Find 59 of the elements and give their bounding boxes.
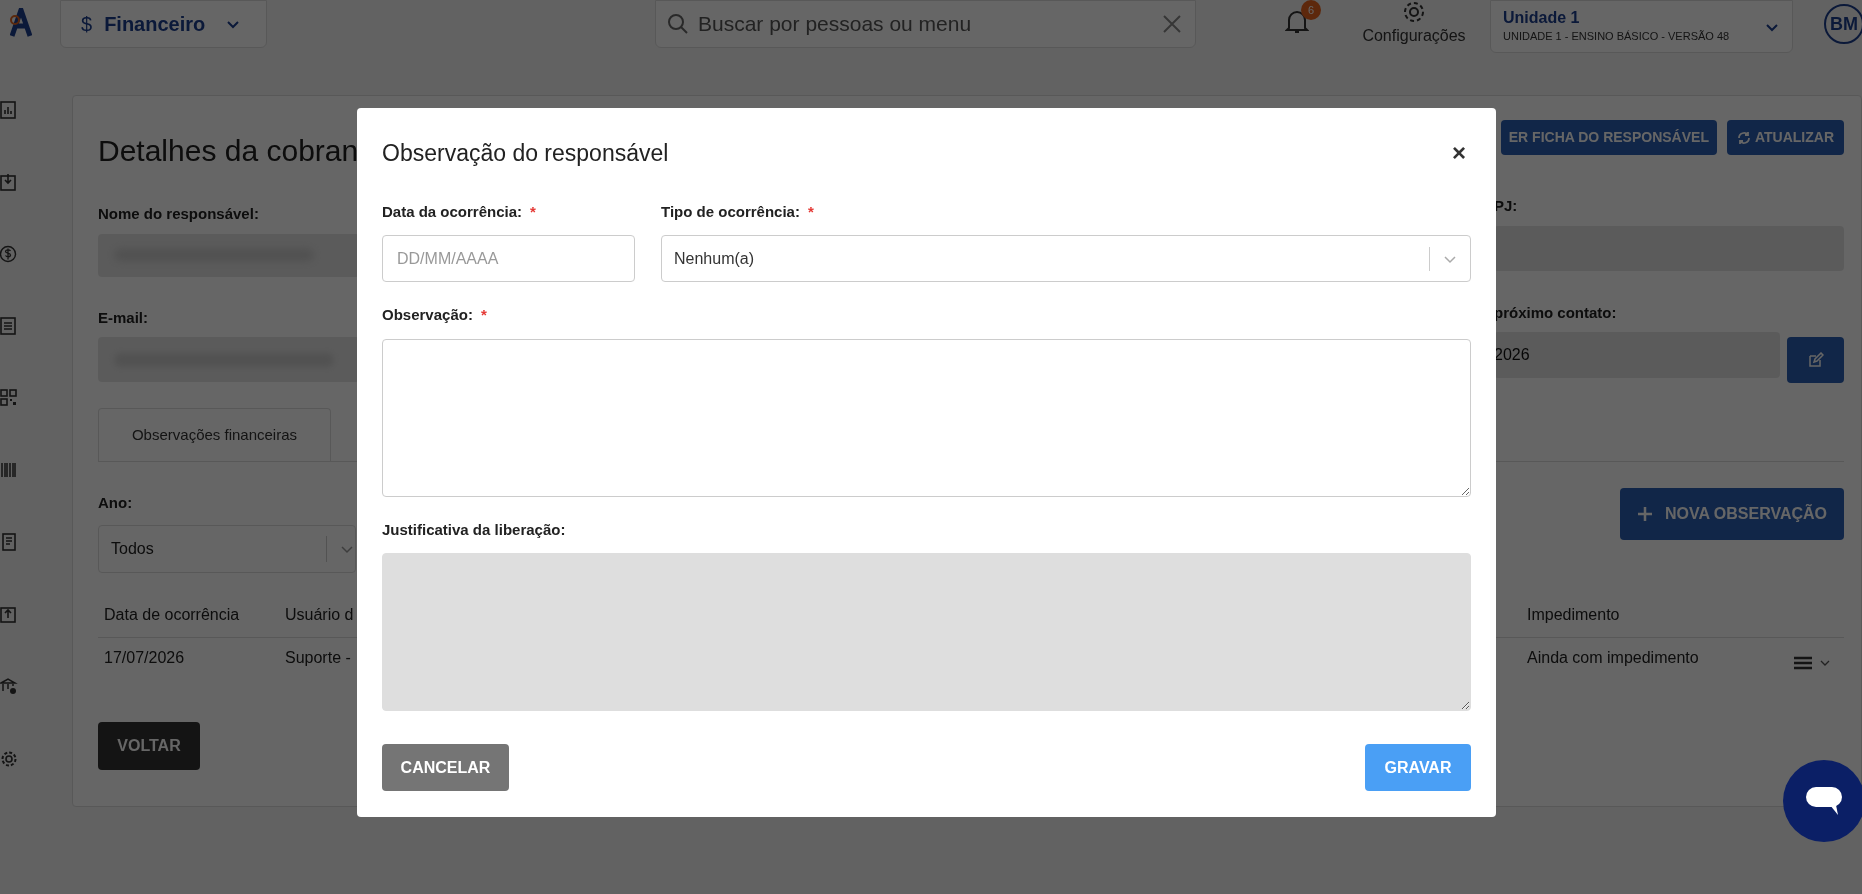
view-record-button[interactable]: ER FICHA DO RESPONSÁVEL (1500, 120, 1717, 155)
logo-icon[interactable] (10, 8, 32, 38)
cancel-button[interactable]: CANCELAR (382, 744, 509, 791)
back-button[interactable]: VOLTAR (98, 721, 200, 770)
year-select[interactable]: Todos (98, 524, 356, 573)
column-header: Impedimento (1527, 604, 1621, 625)
download-icon[interactable] (0, 172, 18, 192)
close-button[interactable]: × (1447, 141, 1471, 166)
search-field[interactable]: Buscar por pessoas ou menu (655, 0, 1196, 48)
refresh-icon (1736, 130, 1751, 145)
table-cell-text: Suporte - (285, 647, 352, 668)
table-cell-text: Ainda com impedimento (1527, 647, 1700, 668)
column-header: Usuário d (285, 604, 355, 625)
receipt-icon[interactable] (0, 532, 18, 552)
dollar-icon[interactable] (0, 244, 18, 264)
user-avatar[interactable]: BM (1824, 4, 1862, 44)
settings-button[interactable]: Configurações (1355, 0, 1473, 50)
required-mark: * (480, 305, 487, 325)
table-cell-text: 17/07/2026 (104, 647, 186, 668)
document-icon[interactable] (0, 316, 18, 336)
modal-title: Observação do responsável (382, 139, 669, 168)
module-dropdown[interactable]: $ Financeiro (60, 0, 267, 48)
notification-badge: 6 (1301, 0, 1321, 20)
field-label: Nome do responsável: (98, 204, 260, 224)
unit-detail: UNIDADE 1 - ENSINO BÁSICO - VERSÃO 48 (1503, 29, 1731, 45)
required-mark: * (530, 201, 536, 222)
barcode-icon[interactable] (0, 460, 18, 480)
save-button[interactable]: GRAVAR (1365, 744, 1471, 791)
required-mark: * (807, 201, 814, 222)
chat-icon (1804, 785, 1844, 817)
plus-icon (1636, 506, 1653, 522)
search-icon (667, 13, 689, 35)
field-label: Ano: (98, 493, 134, 513)
refresh-button[interactable]: ATUALIZAR (1726, 120, 1844, 155)
date-field: 2026 (1494, 332, 1780, 378)
page-title: Detalhes da cobran (98, 133, 360, 169)
field-label: Tipo de ocorrência: (661, 201, 800, 222)
field-label: Justificativa da liberação: (382, 519, 566, 540)
tab[interactable]: Observações financeiras (98, 408, 331, 461)
menu-icon (1794, 655, 1812, 670)
field-label: E-mail: (98, 307, 149, 328)
bank-check-icon[interactable] (0, 676, 18, 696)
edit-button[interactable] (1787, 337, 1844, 383)
field-label: próximo contato: (1494, 302, 1618, 323)
qr-code-icon[interactable] (0, 388, 18, 408)
bell-icon[interactable] (1285, 8, 1309, 36)
date-field[interactable]: DD/MM/AAAA (382, 235, 635, 282)
new-observation-button[interactable]: NOVA OBSERVAÇÃO (1620, 488, 1844, 540)
unit-selector[interactable]: Unidade 1 UNIDADE 1 - ENSINO BÁSICO - VERSÃO 48 (1490, 0, 1793, 53)
close-icon[interactable] (1162, 14, 1182, 34)
unit-name: Unidade 1 (1503, 8, 1581, 29)
field-label: Observação: (382, 305, 473, 325)
column-header: Data de ocorrência (104, 604, 241, 625)
occurrence-type-select[interactable]: Nenhum(a) (661, 235, 1471, 282)
settings-icon (1402, 0, 1426, 24)
upload-icon[interactable] (0, 604, 18, 624)
chart-icon[interactable] (0, 100, 18, 120)
field-label: Data da ocorrência: (382, 201, 523, 222)
edit-icon (1807, 352, 1824, 368)
